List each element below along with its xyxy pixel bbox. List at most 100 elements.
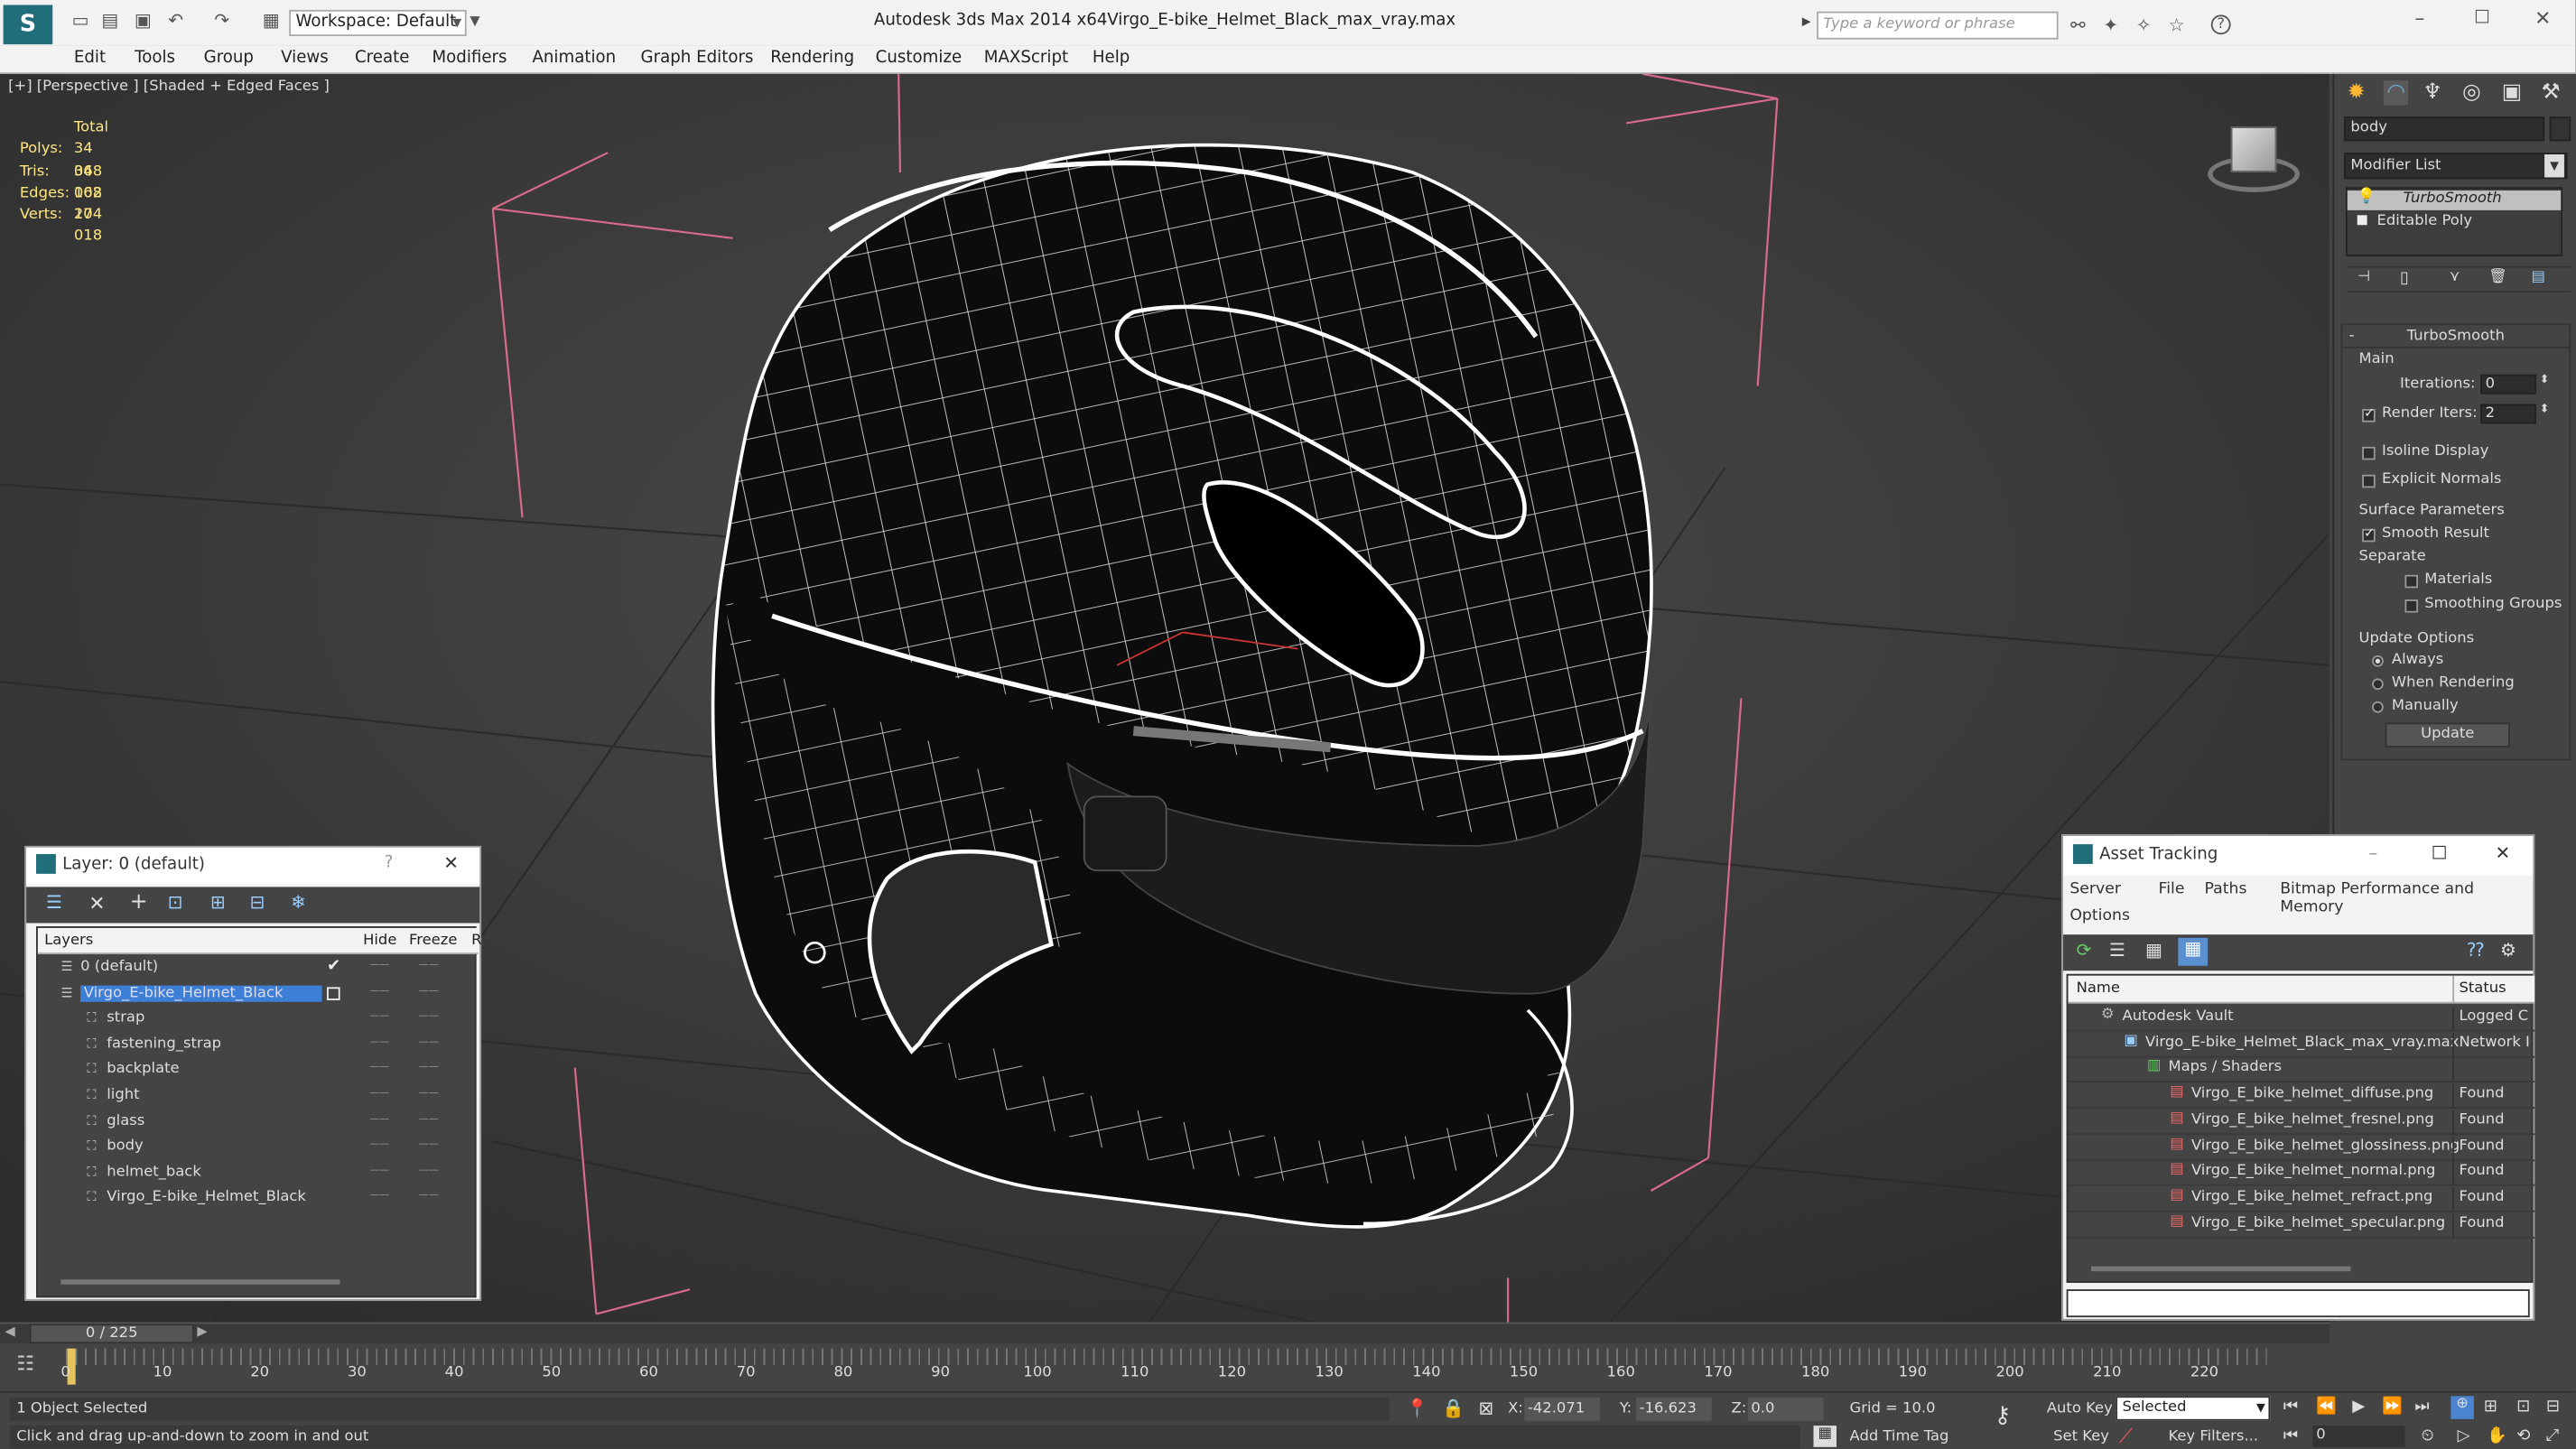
explicit-normals-checkbox[interactable] xyxy=(2362,474,2376,488)
x-coord-field[interactable]: -42.071 xyxy=(1524,1398,1600,1421)
spinner-arrows-icon[interactable]: ⬍ xyxy=(2540,373,2550,386)
asset-row[interactable]: ▤ Virgo_E_bike_helmet_diffuse.png Found xyxy=(2068,1083,2535,1110)
object-name-field[interactable]: body xyxy=(2344,116,2545,142)
utilities-tab-icon[interactable]: ⚒ xyxy=(2541,80,2560,105)
smooth-result-checkbox[interactable] xyxy=(2362,525,2376,543)
help-icon[interactable]: ? xyxy=(2210,14,2231,35)
isoline-display-checkbox[interactable] xyxy=(2362,446,2376,460)
previous-frame-icon[interactable]: ⏪ xyxy=(2316,1398,2337,1416)
workspace-dropdown[interactable]: Workspace: Default ▼ xyxy=(289,9,467,37)
asset-row[interactable]: ▤ Virgo_E_bike_helmet_refract.png Found xyxy=(2068,1187,2535,1212)
col-status[interactable]: Status xyxy=(2459,980,2506,997)
help-icon[interactable]: ⁇ xyxy=(2468,940,2484,961)
layer-row[interactable]: ⛶ backplate —— —— xyxy=(38,1060,479,1084)
asset-path-field[interactable] xyxy=(2066,1289,2530,1318)
light-bulb-icon[interactable]: 💡 xyxy=(2357,189,2376,205)
expand-icon[interactable] xyxy=(2357,215,2367,226)
add-time-tag[interactable]: Add Time Tag xyxy=(1850,1429,1949,1445)
maximize-viewport-icon[interactable]: ⤢ xyxy=(2546,1427,2560,1445)
prev-frame-icon[interactable]: ◀ xyxy=(5,1324,14,1338)
search-input[interactable]: Type a keyword or phrase xyxy=(1817,11,2059,40)
menu-maxscript[interactable]: MAXScript xyxy=(984,50,1068,68)
freeze-toggle[interactable]: —— xyxy=(419,1036,439,1048)
orbit-icon[interactable]: ⟲ xyxy=(2516,1427,2530,1445)
layer-dialog-titlebar[interactable]: Layer: 0 (default) ? ✕ xyxy=(26,847,480,884)
select-in-layer-icon[interactable]: ⊡ xyxy=(168,892,183,914)
maximize-icon[interactable]: ☐ xyxy=(2470,6,2493,29)
key-filters-button[interactable]: Key Filters... xyxy=(2168,1429,2258,1445)
layer-row[interactable]: ⛶ light —— —— xyxy=(38,1086,479,1110)
maximize-icon[interactable]: ☐ xyxy=(2432,842,2448,864)
absolute-mode-icon[interactable]: ⊠ xyxy=(1478,1398,1493,1419)
save-icon[interactable]: ▣ xyxy=(132,10,154,33)
layer-row[interactable]: ⛶ body —— —— xyxy=(38,1137,479,1161)
object-color-swatch[interactable] xyxy=(2549,116,2571,142)
freeze-toggle[interactable]: —— xyxy=(419,985,439,997)
hide-toggle[interactable]: —— xyxy=(369,959,389,971)
col-r[interactable]: R xyxy=(471,933,481,949)
binoculars-icon[interactable]: ⚯ xyxy=(2067,14,2089,37)
freeze-toggle[interactable]: —— xyxy=(419,1165,439,1176)
hide-toggle[interactable]: —— xyxy=(369,1087,389,1099)
refresh-icon[interactable]: ⟳ xyxy=(2077,940,2092,961)
asset-row[interactable]: ▣ Virgo_E-bike_Helmet_Black_max_vray.max N… xyxy=(2068,1032,2535,1058)
zoom-all-icon[interactable]: ⊞ xyxy=(2484,1398,2497,1416)
highlight-layer-icon[interactable]: ⊞ xyxy=(210,892,226,914)
menu-edit[interactable]: Edit xyxy=(74,50,106,68)
layer-row[interactable]: ☰ 0 (default) ✔ —— —— xyxy=(38,958,479,982)
asset-menu-file[interactable]: File xyxy=(2159,880,2185,898)
help-button[interactable]: ? xyxy=(385,854,394,872)
next-frame-button-icon[interactable]: ⏩ xyxy=(2382,1398,2403,1416)
asset-row[interactable]: ⚙ Autodesk Vault Logged C xyxy=(2068,1007,2535,1032)
manually-radio[interactable] xyxy=(2372,701,2384,713)
y-coord-field[interactable]: -16.623 xyxy=(1636,1398,1712,1421)
list-view-icon[interactable]: ☰ xyxy=(2109,940,2125,961)
go-to-end-icon[interactable]: ⏭ xyxy=(2414,1398,2429,1416)
set-key-icon[interactable]: ⟋ xyxy=(2119,1424,2133,1448)
time-config-icon[interactable]: ⏲ xyxy=(2422,1427,2434,1445)
hide-toggle[interactable]: —— xyxy=(369,985,389,997)
next-frame-icon[interactable]: ▶ xyxy=(197,1324,207,1338)
open-file-icon[interactable]: ▤ xyxy=(98,10,121,33)
materials-checkbox[interactable] xyxy=(2404,574,2419,589)
pan-icon[interactable]: ✋ xyxy=(2487,1427,2507,1445)
time-slider-thumb[interactable]: 0 / 225 xyxy=(29,1324,194,1344)
render-iters-checkbox[interactable] xyxy=(2362,405,2376,423)
hierarchy-tab-icon[interactable]: ♆ xyxy=(2423,80,2441,105)
play-icon[interactable]: ▶ xyxy=(2352,1398,2365,1416)
close-icon[interactable]: ✕ xyxy=(2532,6,2554,29)
redo-icon[interactable]: ↷ xyxy=(210,10,233,33)
freeze-toggle[interactable]: —— xyxy=(419,1010,439,1022)
search-expand-icon[interactable]: ▶ xyxy=(1802,14,1811,28)
remove-modifier-icon[interactable]: 🗑 xyxy=(2488,269,2507,285)
go-to-start-icon[interactable]: ⏮ xyxy=(2283,1398,2298,1416)
menu-tools[interactable]: Tools xyxy=(135,50,175,68)
layer-row[interactable]: ⛶ glass —— —— xyxy=(38,1111,479,1136)
key-icon[interactable]: ⚷ xyxy=(1995,1403,2012,1429)
col-freeze[interactable]: Freeze xyxy=(409,933,457,949)
freeze-all-icon[interactable]: ❄ xyxy=(291,892,306,914)
current-frame-field[interactable]: 0 xyxy=(2312,1426,2405,1447)
modifier-stack[interactable]: 💡 TurboSmooth Editable Poly xyxy=(2345,187,2563,256)
hide-toggle[interactable]: —— xyxy=(369,1138,389,1150)
layer-row[interactable]: ☰ Virgo_E-bike_Helmet_Black —— —— xyxy=(38,983,479,1008)
show-end-result-icon[interactable]: ▯ xyxy=(2400,269,2409,287)
new-file-icon[interactable]: ▭ xyxy=(69,10,91,33)
viewcube[interactable] xyxy=(2208,120,2301,199)
undo-icon[interactable]: ↶ xyxy=(164,10,187,33)
menu-views[interactable]: Views xyxy=(281,50,329,68)
close-icon[interactable]: ✕ xyxy=(443,852,459,874)
stack-item-editable-poly[interactable]: Editable Poly xyxy=(2348,214,2562,234)
display-tab-icon[interactable]: ▣ xyxy=(2502,80,2522,105)
freeze-toggle[interactable]: —— xyxy=(419,1113,439,1125)
freeze-toggle[interactable]: —— xyxy=(419,1087,439,1099)
layer-row[interactable]: ⛶ Virgo_E-bike_Helmet_Black —— —— xyxy=(38,1188,479,1212)
when-rendering-radio[interactable] xyxy=(2372,678,2384,691)
menu-animation[interactable]: Animation xyxy=(532,50,616,68)
motion-tab-icon[interactable]: ◎ xyxy=(2462,80,2481,105)
menu-customize[interactable]: Customize xyxy=(876,50,963,68)
asset-row[interactable]: ▤ Virgo_E_bike_helmet_specular.png Found xyxy=(2068,1212,2535,1239)
pin-stack-icon[interactable]: ⊣ xyxy=(2357,269,2370,285)
viewport-label[interactable]: [+] [Perspective ] [Shaded + Edged Faces… xyxy=(8,79,330,95)
freeze-toggle[interactable]: —— xyxy=(419,1062,439,1073)
